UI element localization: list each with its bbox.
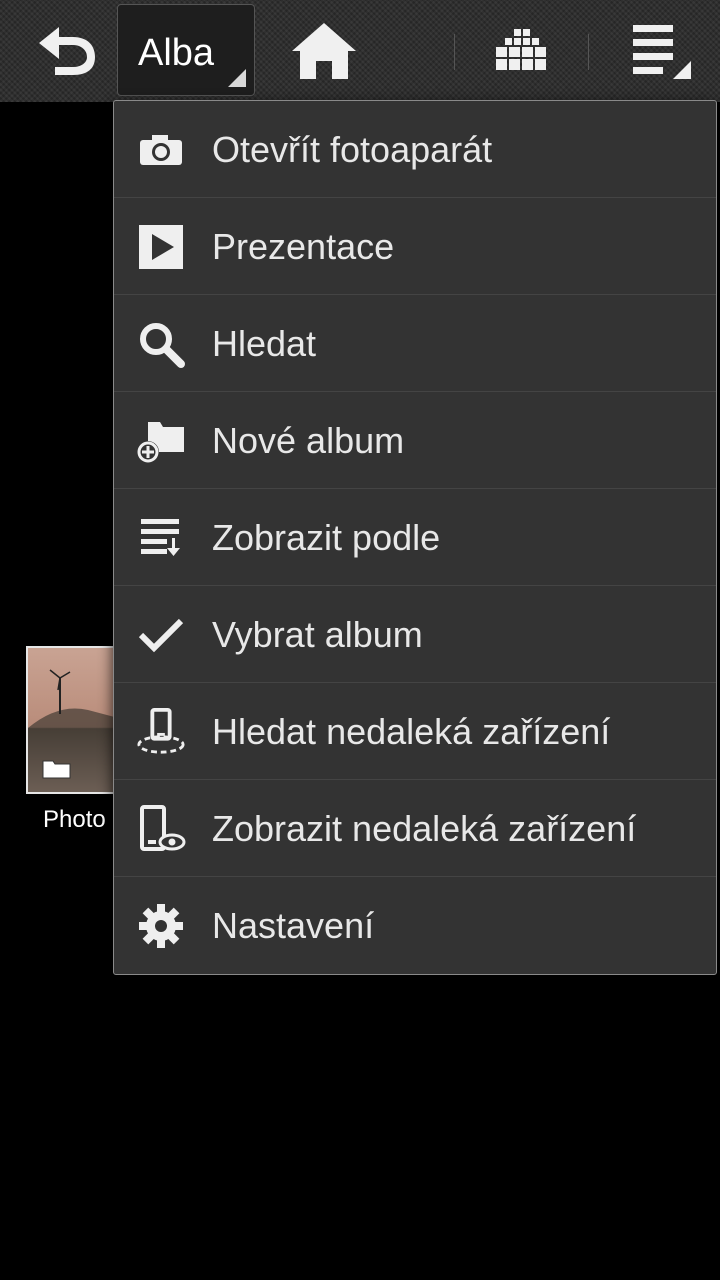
album-label: Photo: [43, 806, 106, 833]
menu-item-label: Zobrazit nedaleká zařízení: [212, 808, 637, 849]
back-icon: [39, 27, 95, 75]
menu-item-label: Hledat nedaleká zařízení: [212, 711, 611, 752]
new-folder-icon: [136, 416, 186, 466]
overflow-menu-button[interactable]: [618, 0, 704, 102]
menu-item-open-camera[interactable]: Otevřít fotoaparát: [114, 101, 716, 198]
action-bar: Alba: [0, 0, 720, 102]
menu-item-scan-nearby-devices[interactable]: Hledat nedaleká zařízení: [114, 683, 716, 780]
menu-item-label: Otevřít fotoaparát: [212, 129, 493, 170]
menu-item-label: Nové album: [212, 420, 405, 461]
menu-item-label: Nastavení: [212, 905, 375, 946]
menu-item-slideshow[interactable]: Prezentace: [114, 198, 716, 295]
menu-item-label: Vybrat album: [212, 614, 423, 655]
nearby-view-icon: [136, 804, 186, 854]
separator: [588, 34, 589, 70]
camera-icon: [136, 125, 186, 175]
menu-item-settings[interactable]: Nastavení: [114, 877, 716, 974]
home-icon: [292, 23, 356, 79]
play-icon: [136, 222, 186, 272]
separator: [454, 34, 455, 70]
home-button[interactable]: [280, 0, 368, 102]
album-thumbnail[interactable]: [26, 646, 116, 794]
spinner-corner-icon: [228, 69, 246, 87]
album-view-label: Alba: [138, 32, 215, 74]
menu-item-label: Prezentace: [212, 226, 395, 267]
grid-view-icon: [496, 29, 546, 70]
menu-item-view-by[interactable]: Zobrazit podle: [114, 489, 716, 586]
back-button[interactable]: [18, 0, 110, 102]
menu-item-view-nearby-devices[interactable]: Zobrazit nedaleká zařízení: [114, 780, 716, 877]
search-icon: [136, 319, 186, 369]
gear-icon: [136, 901, 186, 951]
options-menu: Otevřít fotoaparát Prezentace Hledat Nov…: [113, 100, 717, 975]
overflow-menu-icon: [633, 25, 691, 79]
album-view-spinner[interactable]: Alba: [117, 4, 255, 96]
menu-item-select-album[interactable]: Vybrat album: [114, 586, 716, 683]
nearby-scan-icon: [136, 707, 186, 757]
menu-item-search[interactable]: Hledat: [114, 295, 716, 392]
folder-icon: [42, 760, 71, 779]
menu-item-new-album[interactable]: Nové album: [114, 392, 716, 489]
sort-list-icon: [136, 513, 186, 563]
checkmark-icon: [136, 610, 186, 660]
menu-item-label: Zobrazit podle: [212, 517, 441, 558]
view-mode-button[interactable]: [476, 0, 568, 102]
menu-item-label: Hledat: [212, 323, 317, 364]
